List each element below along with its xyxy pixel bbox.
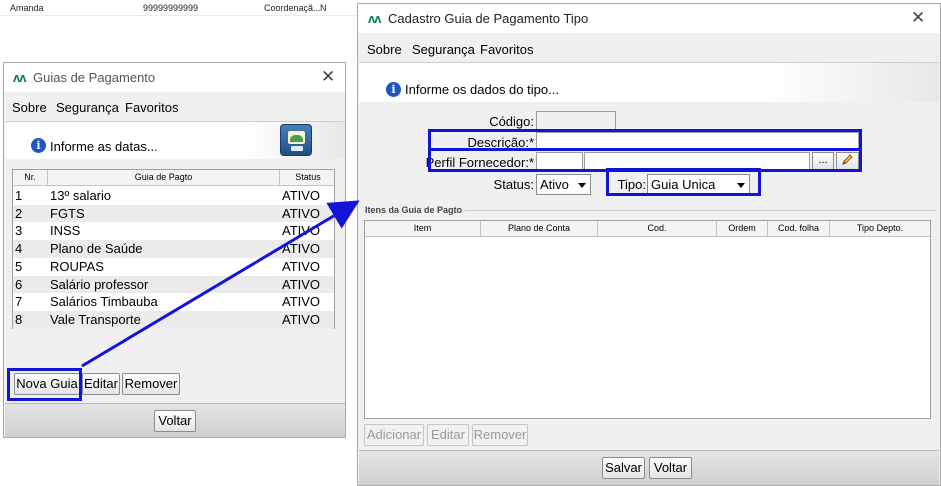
arrow-line <box>81 200 360 368</box>
annotation-arrow <box>81 200 360 368</box>
